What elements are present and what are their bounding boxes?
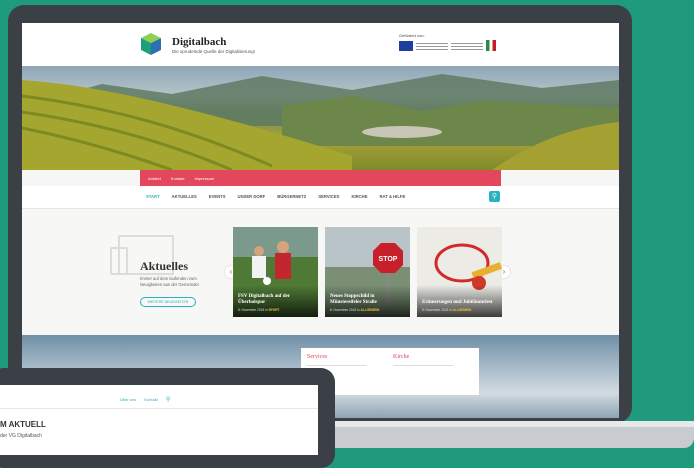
divider [393,365,453,366]
util-link-impressum[interactable]: Impressum [194,176,214,181]
card-title[interactable]: Erinnerungen und Jubiläumsfest [422,300,496,306]
card-meta: 8. November 2018 in SPORT [238,308,279,312]
quicklink-kirche[interactable]: Kirche [393,354,409,360]
laptop-base-lip [300,421,694,427]
news-section: Aktuelles Immer auf dem laufenden zum Ne… [22,209,619,334]
news-text: Immer auf dem laufenden zum Neuigkeiten … [140,276,199,287]
card-meta: 8. November 2018 in ALLGEMEIN [330,308,379,312]
main-nav: START AKTUELLES EVENTS UNSER DORF BÜRGER… [22,186,619,209]
divider [307,365,367,366]
site-header: Digitalbach Die sprudelnde Quelle der Di… [22,23,619,66]
svg-text:STOP: STOP [379,256,398,263]
utility-nav: Anfahrt Kontakt Impressum [140,170,501,186]
nav-item-unser-dorf[interactable]: UNSER DORF [238,194,266,199]
funding-label: Gefördert von: [399,33,425,38]
phone-search-icon[interactable]: ⚲ [166,396,170,403]
funding-logos [399,40,496,51]
card-title[interactable]: Neues Stoppschild in Münstereifeler Stra… [330,294,404,306]
news-card[interactable]: Erinnerungen und Jubiläumsfest 8. Novemb… [417,227,502,317]
card-category[interactable]: SPORT [268,308,279,312]
card-date: 8. November 2018 in [330,308,360,312]
nrw-crest-icon [486,40,496,51]
card-title[interactable]: FSV Digitalbach auf der Überholspur [238,294,312,306]
nav-item-start[interactable]: START [146,194,160,199]
phone-link-ueber-uns[interactable]: Über uns [120,397,136,402]
federal-ministry-logo [416,40,448,51]
search-button[interactable]: ⚲ [489,191,500,202]
search-icon: ⚲ [491,193,498,200]
card-category[interactable]: ALLGEMEIN [360,308,379,312]
news-title: Aktuelles [140,259,188,273]
phone-nav: Über uns Kontakt ⚲ [120,396,170,403]
hero-image [22,66,619,170]
more-news-button[interactable]: WEITERE NEUIGKEITEN [140,297,196,307]
card-date: 8. November 2018 in [422,308,452,312]
nav-item-buergernetz[interactable]: BÜRGERNETZ [277,194,306,199]
nav-item-aktuelles[interactable]: AKTUELLES [172,194,197,199]
divider [0,408,318,409]
logo-cube-icon[interactable] [140,32,162,56]
eu-flag-icon [399,40,413,51]
news-card[interactable]: STOP Neues Stoppschild in Münstereifeler… [325,227,410,317]
phone-heading: M AKTUELL [0,420,46,429]
nav-item-kirche[interactable]: KIRCHE [351,194,367,199]
state-ministry-logo [451,40,483,51]
util-link-anfahrt[interactable]: Anfahrt [148,176,161,181]
nav-item-events[interactable]: EVENTS [209,194,226,199]
quicklink-services[interactable]: Services [307,354,327,360]
site-title[interactable]: Digitalbach [172,36,226,48]
card-date: 8. November 2018 in [238,308,268,312]
site-tagline: Die sprudelnde Quelle der Digitalisierun… [172,49,256,54]
news-card[interactable]: FSV Digitalbach auf der Überholspur 8. N… [233,227,318,317]
card-meta: 8. November 2018 in ALLGEMEIN [422,308,471,312]
phone-subheading: der VG Digitalbach [0,433,42,439]
card-category[interactable]: ALLGEMEIN [452,308,471,312]
util-link-kontakt[interactable]: Kontakt [171,176,185,181]
phone-link-kontakt[interactable]: Kontakt [144,397,158,402]
nav-item-services[interactable]: SERVICES [318,194,339,199]
nav-item-rat-hilfe[interactable]: RAT & HILFE [380,194,406,199]
